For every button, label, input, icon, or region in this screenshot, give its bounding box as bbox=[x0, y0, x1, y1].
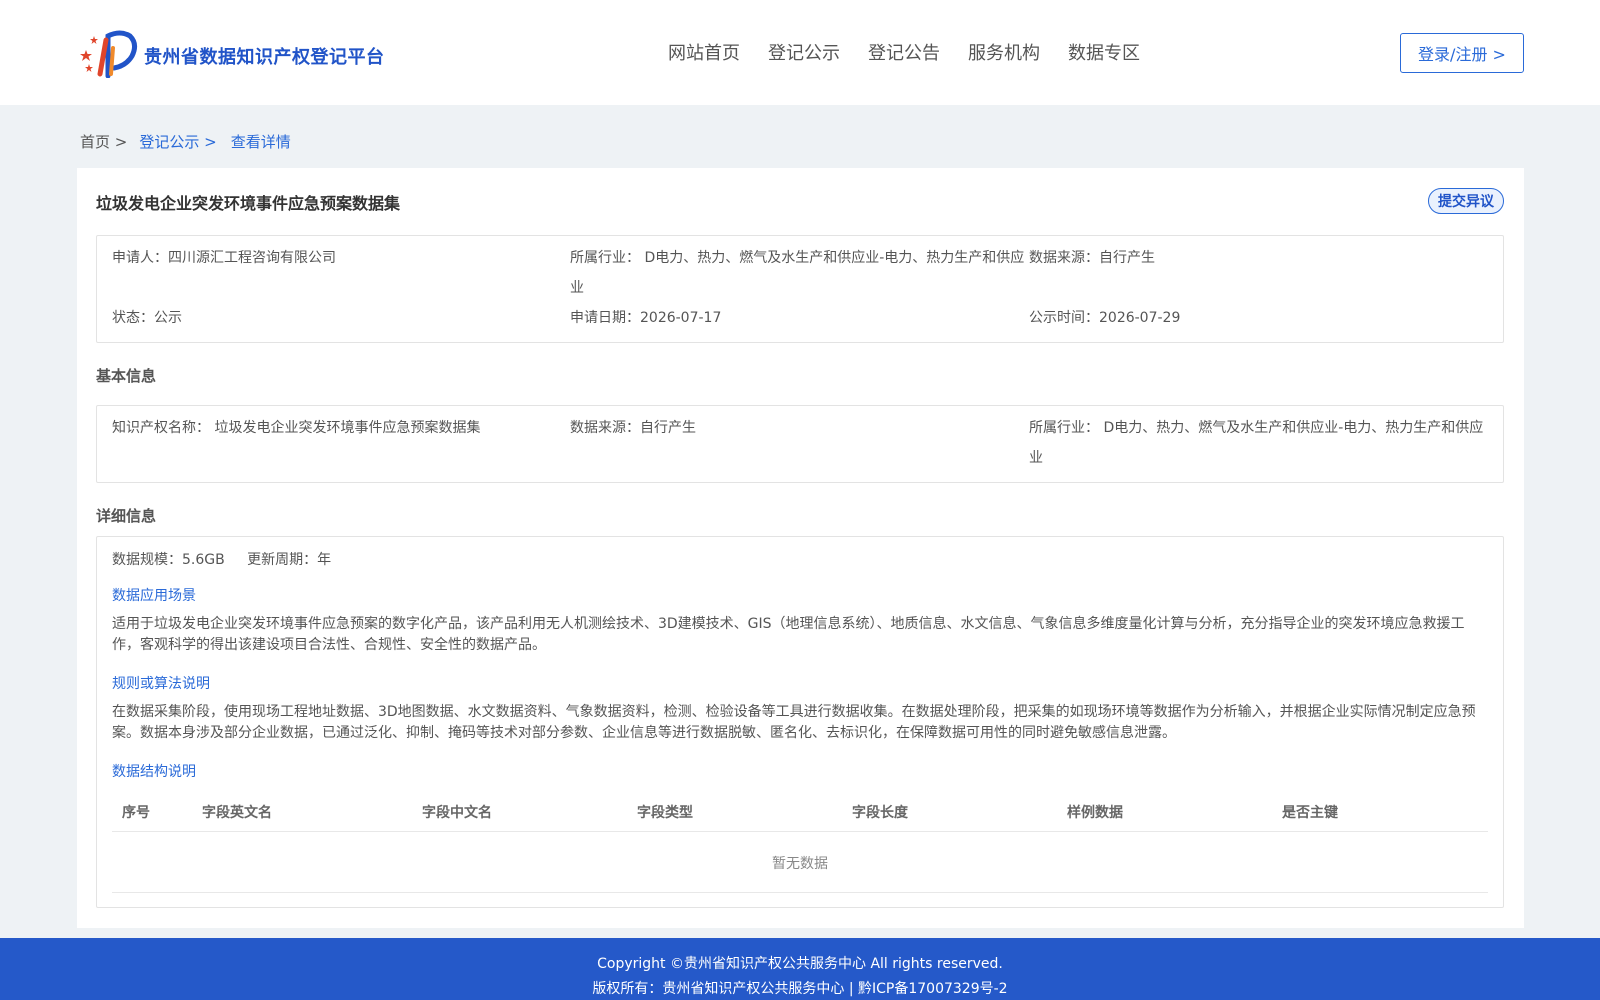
update-cycle: 更新周期：年 bbox=[247, 552, 332, 568]
submit-objection-button[interactable]: 提交异议 bbox=[1428, 188, 1504, 214]
publicity-date-field: 公示时间：2026-07-29 bbox=[1029, 310, 1181, 326]
nav-data-zone[interactable]: 数据专区 bbox=[1068, 39, 1140, 65]
detail-card: 垃圾发电企业突发环境事件应急预案数据集 提交异议 申请人：四川源汇工程咨询有限公… bbox=[77, 168, 1524, 928]
detail-info-heading: 详细信息 bbox=[96, 507, 157, 525]
structure-heading: 数据结构说明 bbox=[112, 764, 196, 780]
site-header: 贵州省数据知识产权登记平台 网站首页 登记公示 登记公告 服务机构 数据专区 登… bbox=[0, 0, 1600, 105]
breadcrumb-section[interactable]: 登记公示 > bbox=[139, 131, 216, 152]
data-scale: 数据规模：5.6GB bbox=[112, 552, 225, 568]
rule-text: 在数据采集阶段，使用现场工程地址数据、3D地图数据、水文数据资料、气象数据资料，… bbox=[112, 704, 1476, 741]
basic-info-panel: 知识产权名称： 垃圾发电企业突发环境事件应急预案数据集 数据来源：自行产生 所属… bbox=[96, 405, 1504, 483]
basic-info-heading: 基本信息 bbox=[96, 367, 157, 385]
site-title[interactable]: 贵州省数据知识产权登记平台 bbox=[144, 43, 385, 69]
col-sample-data: 样例数据 bbox=[1067, 805, 1123, 821]
apply-date-field: 申请日期：2026-07-17 bbox=[570, 310, 722, 326]
main-nav: 网站首页 登记公示 登记公告 服务机构 数据专区 bbox=[668, 39, 1168, 65]
footer-copyright: Copyright ©贵州省知识产权公共服务中心 All rights rese… bbox=[597, 956, 1003, 972]
col-chinese-name: 字段中文名 bbox=[422, 805, 492, 821]
col-field-type: 字段类型 bbox=[637, 805, 693, 821]
applicant-field: 申请人：四川源汇工程咨询有限公司 bbox=[112, 250, 336, 266]
basic-data-source-field: 数据来源：自行产生 bbox=[570, 420, 696, 436]
col-english-name: 字段英文名 bbox=[202, 805, 272, 821]
nav-registration-publicity[interactable]: 登记公示 bbox=[768, 39, 840, 65]
scenario-heading: 数据应用场景 bbox=[112, 588, 196, 604]
nav-home[interactable]: 网站首页 bbox=[668, 39, 740, 65]
industry-field: 所属行业： D电力、热力、燃气及水生产和供应业-电力、热力生产和供应业 bbox=[570, 250, 1025, 296]
detail-info-panel: 数据规模：5.6GB 更新周期：年 数据应用场景 适用于垃圾发电企业突发环境事件… bbox=[96, 536, 1504, 908]
breadcrumb: 首页 > 登记公示 > 查看详情 bbox=[80, 131, 291, 152]
rule-heading: 规则或算法说明 bbox=[112, 676, 210, 692]
scale-line: 数据规模：5.6GB 更新周期：年 bbox=[112, 549, 331, 569]
nav-service-agencies[interactable]: 服务机构 bbox=[968, 39, 1040, 65]
site-footer: Copyright ©贵州省知识产权公共服务中心 All rights rese… bbox=[0, 938, 1600, 1000]
ip-name-field: 知识产权名称： 垃圾发电企业突发环境事件应急预案数据集 bbox=[112, 420, 481, 436]
breadcrumb-current: 查看详情 bbox=[230, 133, 291, 151]
scenario-text: 适用于垃圾发电企业突发环境事件应急预案的数字化产品，该产品利用无人机测绘技术、3… bbox=[112, 616, 1465, 653]
col-index: 序号 bbox=[122, 805, 150, 821]
platform-logo-icon[interactable] bbox=[80, 28, 138, 79]
login-register-button[interactable]: 登录/注册 > bbox=[1400, 33, 1524, 73]
footer-icp[interactable]: 版权所有：贵州省知识产权公共服务中心 | 黔ICP备17007329号-2 bbox=[0, 978, 1600, 998]
status-field: 状态：公示 bbox=[112, 310, 182, 326]
nav-registration-announcement[interactable]: 登记公告 bbox=[868, 39, 940, 65]
data-source-field: 数据来源：自行产生 bbox=[1029, 250, 1155, 266]
col-field-length: 字段长度 bbox=[852, 805, 908, 821]
summary-panel: 申请人：四川源汇工程咨询有限公司 所属行业： D电力、热力、燃气及水生产和供应业… bbox=[96, 235, 1504, 343]
col-primary-key: 是否主键 bbox=[1282, 805, 1338, 821]
structure-table-header: 序号 字段英文名 字段中文名 字段类型 字段长度 样例数据 是否主键 bbox=[112, 792, 1488, 832]
record-title: 垃圾发电企业突发环境事件应急预案数据集 bbox=[96, 194, 401, 213]
basic-industry-field: 所属行业： D电力、热力、燃气及水生产和供应业-电力、热力生产和供应业 bbox=[1029, 420, 1484, 466]
breadcrumb-home[interactable]: 首页 > bbox=[80, 131, 127, 152]
table-empty-state: 暂无数据 bbox=[112, 833, 1488, 893]
